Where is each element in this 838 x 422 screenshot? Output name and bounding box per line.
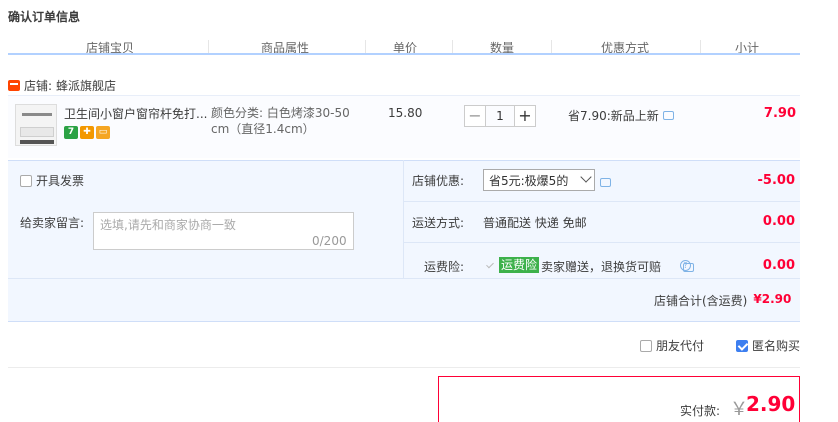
shop-total-label: 店铺合计(含运费)	[654, 294, 748, 308]
quantity-input[interactable]: 1	[486, 105, 514, 127]
divider	[8, 367, 800, 368]
shop-row: 店铺: 蜂派旗舰店	[8, 77, 116, 93]
attribute-line: 颜色分类: 白色烤漆30-50	[211, 106, 350, 120]
credit-card-icon[interactable]: ▭	[96, 126, 110, 139]
help-icon[interactable]: ?	[680, 260, 691, 271]
divider	[8, 278, 800, 279]
shop-discount-label: 店铺优惠:	[412, 174, 465, 188]
seven-day-return-icon[interactable]: 7	[64, 126, 78, 139]
invoice-option[interactable]: 开具发票	[20, 172, 84, 189]
insurance-checkbox[interactable]	[484, 260, 496, 272]
shipping-label: 运送方式:	[412, 216, 465, 230]
invoice-label[interactable]: 开具发票	[36, 172, 84, 189]
friend-pay-label[interactable]: 朋友代付	[656, 337, 704, 354]
quantity-decrease-button[interactable]: −	[464, 105, 486, 127]
shop-total-amount: ¥2.90	[753, 292, 792, 306]
chevron-down-icon	[580, 171, 592, 183]
column-separator	[365, 40, 366, 53]
tmall-shop-icon	[8, 79, 20, 91]
product-title-link[interactable]: 卫生间小窗户窗帘杆免打...	[64, 105, 214, 122]
insurance-tag: 运费险	[499, 257, 540, 273]
memo-label: 给卖家留言:	[20, 216, 85, 230]
shop-discount-value: -5.00	[757, 173, 795, 188]
service-icons: 7 ✚ ▭	[64, 126, 110, 139]
divider	[403, 160, 404, 278]
anonymous-checkbox[interactable]	[736, 339, 748, 352]
chat-icon[interactable]	[600, 178, 611, 187]
shipping-method: 普通配送 快递 免邮	[483, 216, 587, 230]
friend-pay-option[interactable]: 朋友代付	[640, 337, 704, 354]
column-separator	[452, 40, 453, 53]
product-attributes: 颜色分类: 白色烤漆30-50 cm（直径1.4cm）	[211, 105, 371, 137]
friend-pay-checkbox[interactable]	[640, 339, 652, 352]
column-separator	[700, 40, 701, 53]
memo-char-counter: 0/200	[312, 234, 347, 248]
anonymous-option[interactable]: 匿名购买	[736, 337, 800, 354]
shop-label: 店铺:	[24, 78, 53, 93]
insurance-text: 卖家赠送，退换货可赔	[541, 260, 662, 274]
page-title: 确认订单信息	[8, 10, 81, 24]
shop-discount-select[interactable]: 省5元:极爆5的	[483, 169, 595, 191]
payment-label: 实付款:	[680, 404, 721, 418]
unit-price: 15.80	[388, 106, 423, 120]
promotion-text: 省7.90:新品上新	[568, 109, 659, 123]
quantity-increase-button[interactable]: +	[514, 105, 536, 127]
item-subtotal: 7.90	[763, 106, 796, 121]
divider	[403, 201, 800, 202]
anonymous-label[interactable]: 匿名购买	[752, 337, 800, 354]
attribute-line: cm（直径1.4cm）	[211, 122, 315, 136]
shop-total: 店铺合计(含运费) ¥2.90	[654, 292, 791, 309]
divider	[403, 242, 800, 243]
payment-amount: 2.90	[746, 392, 796, 416]
promotion: 省7.90:新品上新	[568, 107, 674, 124]
chat-icon[interactable]	[662, 111, 674, 120]
shop-discount-selected: 省5元:极爆5的	[489, 173, 569, 188]
insurance-label: 运费险:	[424, 260, 465, 274]
column-separator	[208, 40, 209, 53]
header-divider	[8, 53, 800, 55]
product-thumbnail[interactable]	[15, 104, 57, 146]
shipping-value: 0.00	[762, 214, 795, 229]
quantity-stepper: − 1 +	[464, 105, 536, 127]
shop-name-link[interactable]: 蜂派旗舰店	[56, 77, 116, 94]
insurance-value: 0.00	[762, 258, 795, 273]
column-separator	[551, 40, 552, 53]
shield-icon[interactable]: ✚	[80, 126, 94, 139]
invoice-checkbox[interactable]	[20, 174, 32, 187]
